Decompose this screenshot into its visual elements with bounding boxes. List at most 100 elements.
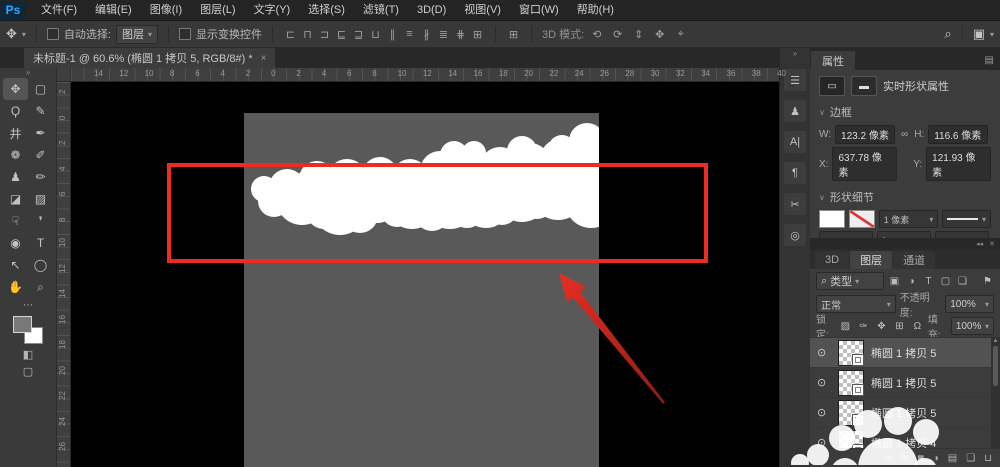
menu-item[interactable]: 3D(D) <box>408 1 455 20</box>
fill-color-swatch[interactable] <box>819 210 845 228</box>
move-tool[interactable]: ✥ <box>3 78 28 100</box>
adjustment-layer-icon[interactable]: ◑ <box>933 453 939 464</box>
layer-visibility-icon[interactable]: ⊙ <box>817 346 831 359</box>
more-tools-icon[interactable]: ⋯ <box>23 300 33 311</box>
align-icon[interactable]: ≡ <box>402 28 417 41</box>
mode-3d-icon[interactable]: ✥ <box>652 28 667 41</box>
chevron-down-icon[interactable]: ∨ <box>819 193 825 202</box>
lock-position-icon[interactable]: ✥ <box>875 321 888 332</box>
tool-preset-caret-icon[interactable]: ▾ <box>22 30 26 39</box>
clone-stamp-tool[interactable]: ♟ <box>3 166 28 188</box>
align-icon[interactable]: ⊞ <box>470 28 485 41</box>
quick-mask-button[interactable]: ◧ <box>23 348 33 361</box>
align-icon[interactable]: ⊔ <box>368 28 383 41</box>
link-layers-icon[interactable]: ∞ <box>885 453 892 464</box>
align-icon[interactable]: ∦ <box>419 28 434 41</box>
brush-tool[interactable]: ✐ <box>28 144 53 166</box>
layer-mask-icon[interactable]: ◙ <box>918 453 924 464</box>
mode-3d-icon[interactable]: ⟲ <box>589 28 604 41</box>
paragraph-panel-icon[interactable]: ¶ <box>784 162 806 184</box>
smart-object-filter-icon[interactable]: ❏ <box>956 276 969 287</box>
layer-row[interactable]: ⊙椭圆 1 拷贝 4 <box>810 428 1000 448</box>
shape-option-dropdown[interactable]: ⌐▾ <box>935 231 989 238</box>
show-transform-checkbox[interactable] <box>179 28 191 40</box>
shape-tool[interactable]: ◯ <box>28 254 53 276</box>
pixel-filter-icon[interactable]: ▣ <box>888 276 901 287</box>
menu-item[interactable]: 选择(S) <box>299 1 354 20</box>
layer-thumbnail[interactable] <box>838 400 864 426</box>
smudge-tool[interactable]: ☟ <box>3 210 28 232</box>
scrollbar-thumb[interactable] <box>993 346 998 386</box>
layer-thumbnail[interactable] <box>838 370 864 396</box>
search-icon[interactable]: ⌕ <box>944 26 951 42</box>
chevron-down-icon[interactable]: ∨ <box>819 108 825 117</box>
align-icon[interactable]: ⊒ <box>351 28 366 41</box>
align-icon[interactable]: ⊐ <box>317 28 332 41</box>
color-swatches[interactable] <box>13 316 43 344</box>
delete-layer-icon[interactable]: ⊔ <box>984 453 992 464</box>
menu-item[interactable]: 文件(F) <box>32 1 86 20</box>
chevron-down-icon[interactable]: ▾ <box>990 30 994 39</box>
layer-effects-icon[interactable]: fx <box>901 453 909 464</box>
filter-pin-icon[interactable]: ⚑ <box>981 276 994 287</box>
tab-3D[interactable]: 3D <box>815 251 849 269</box>
menu-item[interactable]: 滤镜(T) <box>354 1 408 20</box>
menu-item[interactable]: 编辑(E) <box>86 1 141 20</box>
ruler-origin-corner[interactable] <box>57 68 71 81</box>
layer-thumbnail[interactable] <box>838 430 864 449</box>
auto-select-dropdown[interactable]: 图层 ▾ <box>116 25 158 44</box>
stroke-color-swatch[interactable] <box>849 210 875 228</box>
fill-dropdown[interactable]: 100% ▾ <box>951 317 994 335</box>
canvas-viewport[interactable] <box>71 82 779 467</box>
scroll-up-icon[interactable]: ▲ <box>993 338 999 344</box>
align-icon[interactable]: ∥ <box>385 28 400 41</box>
stroke-width-dropdown[interactable]: 1 像素 ▾ <box>879 210 939 228</box>
lasso-tool[interactable]: Ϙ <box>3 100 28 122</box>
quick-selection-tool[interactable]: ✎ <box>28 100 53 122</box>
healing-brush-tool[interactable]: ❁ <box>3 144 28 166</box>
type-filter-icon[interactable]: T <box>922 276 935 287</box>
close-icon[interactable]: × <box>261 53 267 64</box>
new-layer-icon[interactable]: ❏ <box>966 453 975 464</box>
lock-transparency-icon[interactable]: ▨ <box>839 321 852 332</box>
mode-3d-icon[interactable]: ⌖ <box>673 28 688 41</box>
zoom-tool[interactable]: ⌕ <box>28 276 53 298</box>
document-tab[interactable]: 未标题-1 @ 60.6% (椭圆 1 拷贝 5, RGB/8#) * × <box>24 48 275 68</box>
layer-filter-dropdown[interactable]: ⌕ 类型 ▾ <box>816 272 884 290</box>
opacity-dropdown[interactable]: 100% ▾ <box>945 295 994 313</box>
dock-control-icon[interactable]: ✕ <box>989 240 995 248</box>
clone-source-panel-icon[interactable]: ♟ <box>784 100 806 122</box>
live-shape-icon[interactable]: ▭ <box>819 76 845 96</box>
horizontal-ruler[interactable]: 1412108642024681012141618202224262830323… <box>57 68 779 82</box>
menu-item[interactable]: 图层(L) <box>191 1 244 20</box>
shape-option-dropdown[interactable]: ⇆▾ <box>877 231 931 238</box>
lock-pixels-icon[interactable]: ✑ <box>857 321 870 332</box>
tool-presets-panel-icon[interactable]: ✂ <box>784 193 806 215</box>
y-field[interactable]: 121.93 像素 <box>926 147 991 181</box>
layer-row[interactable]: ⊙椭圆 1 拷贝 5 <box>810 398 1000 428</box>
vertical-ruler[interactable]: 202468101214161820222426 <box>57 82 71 467</box>
layer-thumbnail[interactable] <box>838 340 864 366</box>
stroke-style-dropdown[interactable]: ▾ <box>942 210 991 228</box>
screen-mode-button[interactable]: ▢ <box>23 365 33 378</box>
tab-图层[interactable]: 图层 <box>850 251 892 269</box>
character-panel-icon[interactable]: A| <box>784 131 806 153</box>
layer-visibility-icon[interactable]: ⊙ <box>817 376 831 389</box>
type-tool[interactable]: T <box>28 232 53 254</box>
masked-shape-icon[interactable]: ▬ <box>851 76 877 96</box>
panel-menu-icon[interactable]: ▤ <box>985 55 994 66</box>
shape-filter-icon[interactable]: ▢ <box>939 276 952 287</box>
strip-collapse-icon[interactable]: » <box>793 48 797 60</box>
menu-item[interactable]: 窗口(W) <box>510 1 568 20</box>
width-field[interactable]: 123.2 像素 <box>835 125 895 144</box>
path-select-tool[interactable]: ↖ <box>3 254 28 276</box>
x-field[interactable]: 637.78 像素 <box>832 147 897 181</box>
menu-item[interactable]: 文字(Y) <box>245 1 300 20</box>
mode-3d-icon[interactable]: ⟳ <box>610 28 625 41</box>
align-icon[interactable]: ⊓ <box>300 28 315 41</box>
menu-item[interactable]: 图像(I) <box>141 1 191 20</box>
lock-artboard-icon[interactable]: ⊞ <box>893 321 906 332</box>
lock-all-icon[interactable]: Ω <box>911 321 924 332</box>
menu-item[interactable]: 帮助(H) <box>568 1 623 20</box>
dock-control-icon[interactable]: ◂◂ <box>976 240 983 248</box>
